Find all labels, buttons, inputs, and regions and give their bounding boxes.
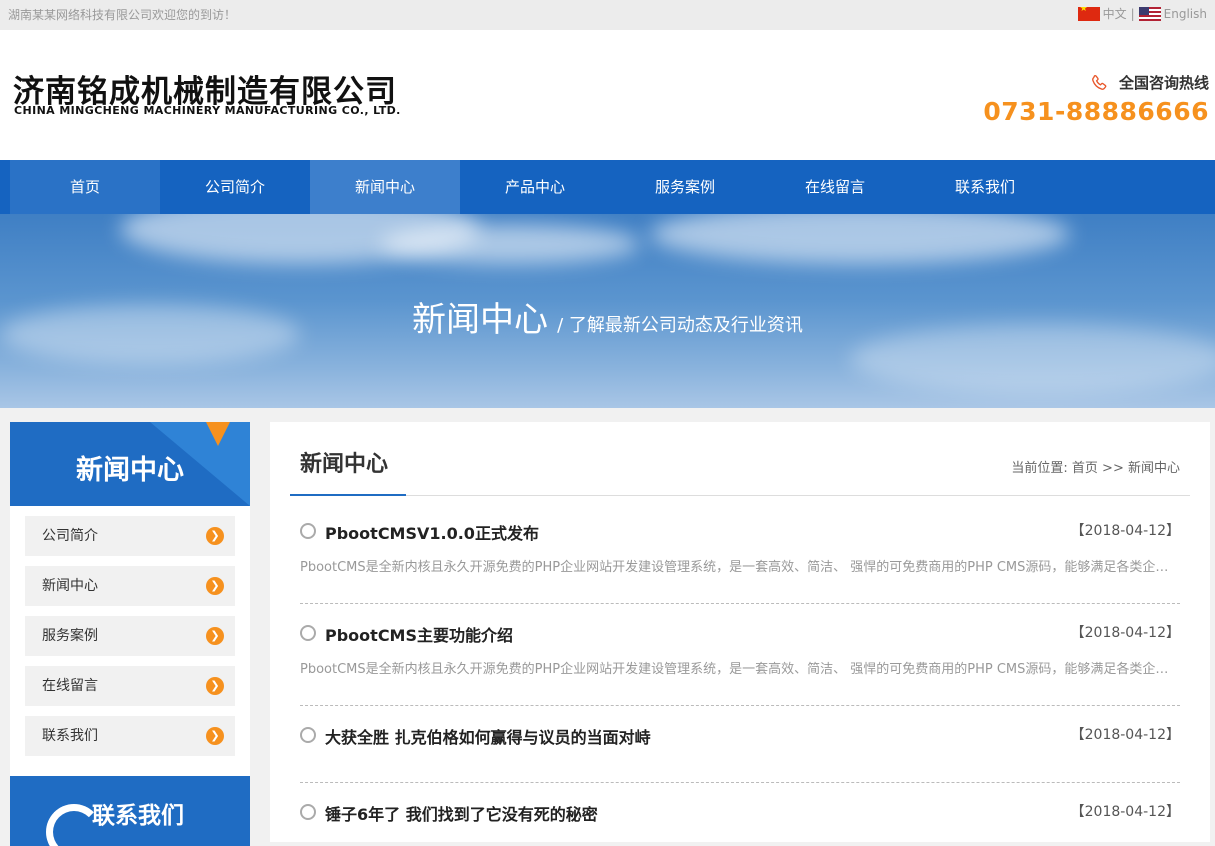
news-title[interactable]: PbootCMS主要功能介绍 — [325, 622, 513, 646]
nav-item-home[interactable]: 首页 — [10, 160, 160, 214]
circle-bullet-icon — [300, 523, 316, 539]
breadcrumb-home-link[interactable]: 首页 — [1072, 461, 1098, 476]
welcome-text: 湖南某某网络科技有限公司欢迎您的到访！ — [8, 8, 237, 22]
breadcrumb-prefix: 当前位置: — [1011, 461, 1068, 476]
sidebar-item-message[interactable]: 在线留言 ❯ — [25, 666, 235, 706]
breadcrumb: 当前位置: 首页 >> 新闻中心 — [1011, 457, 1180, 476]
title-underline — [290, 494, 406, 496]
lang-english-link[interactable]: English — [1164, 7, 1207, 21]
content-header: 新闻中心 当前位置: 首页 >> 新闻中心 — [290, 422, 1190, 496]
cloud-decoration — [380, 224, 640, 264]
news-content: 新闻中心 当前位置: 首页 >> 新闻中心 PbootCMSV1.0.0正式发布… — [270, 422, 1210, 842]
sidebar-contact-title: 联系我们 — [92, 803, 184, 829]
chevron-right-icon: ❯ — [206, 677, 224, 695]
news-title[interactable]: 大获全胜 扎克伯格如何赢得与议员的当面对峙 — [325, 724, 651, 748]
lang-chinese-link[interactable]: 中文 — [1103, 5, 1127, 22]
news-summary: PbootCMS是全新内核且永久开源免费的PHP企业网站开发建设管理系统，是一套… — [300, 560, 1180, 575]
chevron-right-icon: ❯ — [206, 527, 224, 545]
banner-title-row: 新闻中心 / 了解最新公司动态及行业资讯 — [0, 292, 1215, 341]
circle-bullet-icon — [300, 804, 316, 820]
nav-item-products[interactable]: 产品中心 — [460, 160, 610, 214]
news-date: 【2018-04-12】 — [1070, 804, 1180, 820]
nav-item-message[interactable]: 在线留言 — [760, 160, 910, 214]
sidebar-item-label: 联系我们 — [42, 728, 98, 744]
sidebar-item-news[interactable]: 新闻中心 ❯ — [25, 566, 235, 606]
sidebar-item-about[interactable]: 公司简介 ❯ — [25, 516, 235, 556]
breadcrumb-current-link[interactable]: 新闻中心 — [1128, 461, 1180, 476]
sidebar-item-label: 新闻中心 — [42, 578, 98, 594]
page-banner: 新闻中心 / 了解最新公司动态及行业资讯 — [0, 214, 1215, 408]
news-summary: PbootCMS是全新内核且永久开源免费的PHP企业网站开发建设管理系统，是一套… — [300, 662, 1180, 677]
sidebar-title: 新闻中心 — [76, 455, 184, 486]
us-flag-icon[interactable] — [1138, 6, 1161, 21]
sidebar-header: 新闻中心 — [10, 422, 250, 506]
top-bar: 湖南某某网络科技有限公司欢迎您的到访！ 中文 | English — [0, 0, 1215, 30]
china-flag-icon[interactable] — [1077, 6, 1100, 21]
main-nav: 首页 公司简介 新闻中心 产品中心 服务案例 在线留言 联系我们 — [0, 160, 1215, 214]
hotline-label-row: 全国咨询热线 — [983, 72, 1209, 93]
nav-item-about[interactable]: 公司简介 — [160, 160, 310, 214]
news-divider — [300, 603, 1180, 604]
news-date: 【2018-04-12】 — [1070, 727, 1180, 743]
hotline-label: 全国咨询热线 — [1118, 74, 1209, 92]
circle-bullet-icon — [300, 625, 316, 641]
chevron-right-icon: ❯ — [206, 577, 224, 595]
cloud-decoration — [650, 214, 1070, 264]
news-title[interactable]: PbootCMSV1.0.0正式发布 — [325, 520, 539, 544]
circle-bullet-icon — [300, 727, 316, 743]
news-divider — [300, 705, 1180, 706]
sidebar-item-label: 在线留言 — [42, 678, 98, 694]
sidebar-item-cases[interactable]: 服务案例 ❯ — [25, 616, 235, 656]
language-switcher: 中文 | English — [1077, 5, 1207, 22]
lang-separator: | — [1130, 6, 1135, 21]
banner-subtitle: / 了解最新公司动态及行业资讯 — [557, 315, 803, 336]
sidebar-item-label: 服务案例 — [42, 628, 98, 644]
chevron-right-icon: ❯ — [206, 627, 224, 645]
phone-icon — [1092, 74, 1107, 90]
banner-title: 新闻中心 — [412, 300, 549, 340]
sidebar-header-accent — [206, 422, 230, 446]
news-date: 【2018-04-12】 — [1070, 523, 1180, 539]
nav-item-contact[interactable]: 联系我们 — [910, 160, 1060, 214]
breadcrumb-separator: >> — [1102, 461, 1124, 476]
news-title[interactable]: 锤子6年了 我们找到了它没有死的秘密 — [325, 801, 598, 825]
hotline-number: 0731-88886666 — [983, 97, 1209, 126]
sidebar-item-contact[interactable]: 联系我们 ❯ — [25, 716, 235, 756]
nav-item-news[interactable]: 新闻中心 — [310, 160, 460, 214]
logo-english[interactable]: CHINA MINGCHENG MACHINERY MANUFACTURING … — [14, 104, 401, 117]
site-header: 济南铭成机械制造有限公司 CHINA MINGCHENG MACHINERY M… — [0, 30, 1215, 160]
nav-item-cases[interactable]: 服务案例 — [610, 160, 760, 214]
sidebar-menu: 公司简介 ❯ 新闻中心 ❯ 服务案例 ❯ 在线留言 ❯ 联系我们 ❯ — [10, 516, 250, 756]
news-date: 【2018-04-12】 — [1070, 625, 1180, 641]
chevron-right-icon: ❯ — [206, 727, 224, 745]
sidebar: 新闻中心 公司简介 ❯ 新闻中心 ❯ 服务案例 ❯ 在线留言 ❯ 联系我们 ❯ 联系我们 — [10, 422, 250, 846]
hotline: 全国咨询热线 0731-88886666 — [983, 72, 1209, 126]
sidebar-item-label: 公司简介 — [42, 528, 98, 544]
news-divider — [300, 782, 1180, 783]
content-title: 新闻中心 — [300, 452, 389, 477]
